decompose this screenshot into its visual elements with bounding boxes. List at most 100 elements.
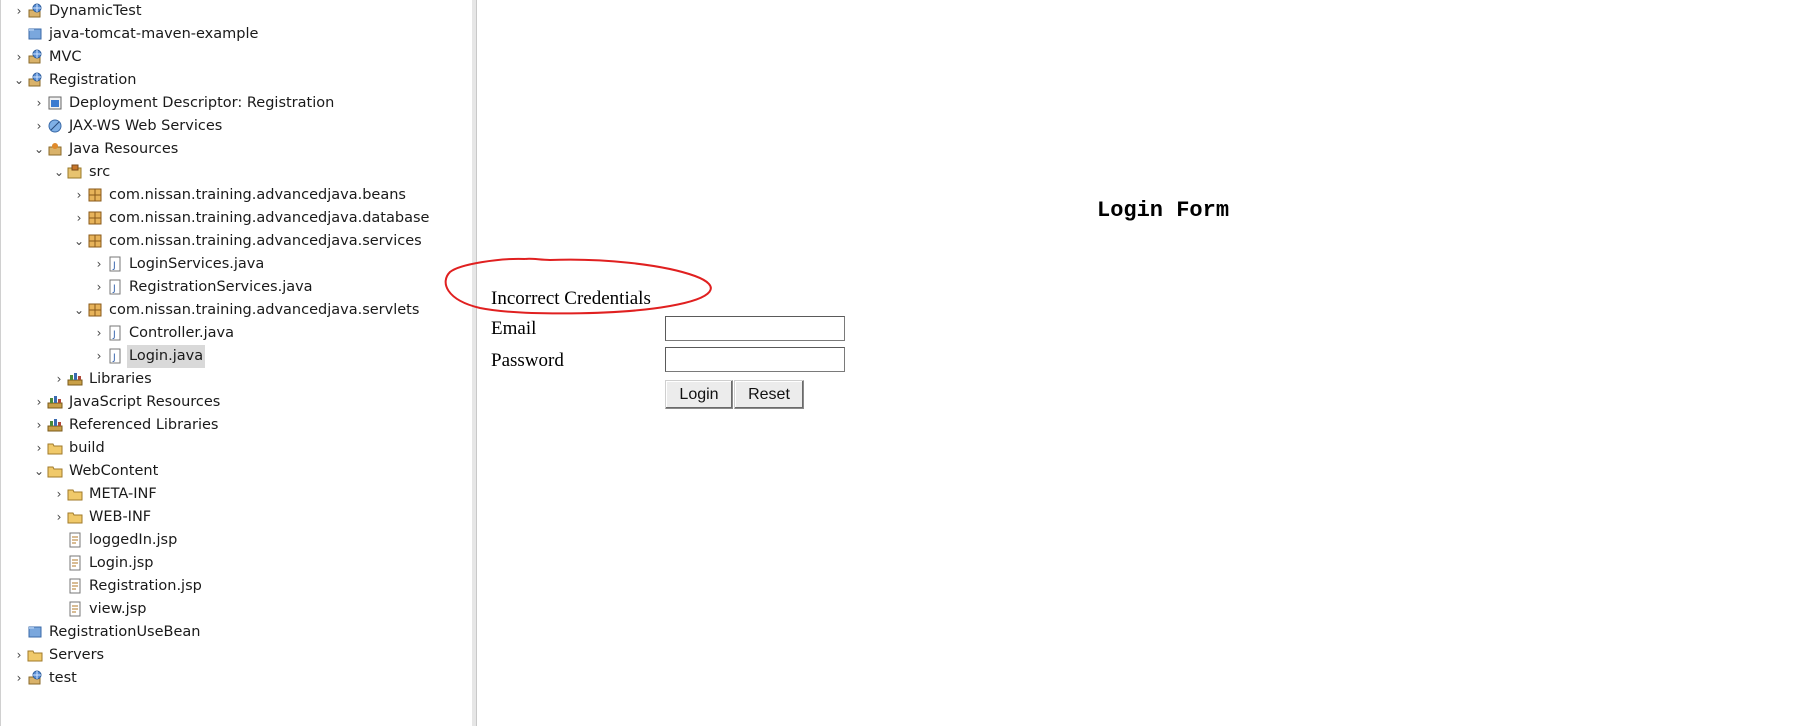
web-project-icon [27,72,43,88]
chevron-right-icon[interactable]: › [73,184,85,207]
chevron-right-icon[interactable]: › [33,391,45,414]
tree-item[interactable]: › Libraries [1,368,471,391]
tree-item[interactable]: › build [1,437,471,460]
chevron-right-icon[interactable]: › [13,46,25,69]
tree-item[interactable]: › Servers [1,644,471,667]
chevron-right-icon[interactable]: › [53,368,65,391]
tree-item[interactable]: ⌄ src [1,161,471,184]
chevron-down-icon[interactable]: ⌄ [33,138,45,161]
source-folder-icon [67,164,83,180]
tree-item-label: RegistrationServices.java [129,279,313,295]
page-title: Login Form [1097,198,1230,223]
reset-button[interactable]: Reset [734,380,804,409]
chevron-right-icon[interactable]: › [13,667,25,690]
chevron-right-icon[interactable]: › [93,253,105,276]
tree-item-label: WebContent [69,463,159,479]
tree-item[interactable]: › test [1,667,471,690]
package-icon [87,210,103,226]
tree-item[interactable]: › META-INF [1,483,471,506]
chevron-right-icon[interactable]: › [33,92,45,115]
chevron-right-icon[interactable]: › [33,115,45,138]
deployment-descriptor-icon [47,95,63,111]
tree-item[interactable]: › J LoginServices.java [1,253,471,276]
email-label: Email [491,318,537,339]
tree-item[interactable]: › JAX-WS Web Services [1,115,471,138]
library-icon [67,371,83,387]
chevron-right-icon[interactable]: › [33,414,45,437]
tree-item-label: DynamicTest [49,3,142,19]
svg-text:J: J [112,261,116,271]
chevron-right-icon[interactable]: › [53,506,65,529]
web-project-icon [27,3,43,19]
tree-item-label: RegistrationUseBean [49,624,201,640]
java-resources-icon [47,141,63,157]
tree-item[interactable]: › J RegistrationServices.java [1,276,471,299]
folder-icon [47,440,63,456]
tree-item[interactable]: loggedIn.jsp [1,529,471,552]
tree-item[interactable]: ⌄ Java Resources [1,138,471,161]
chevron-right-icon[interactable]: › [93,276,105,299]
java-file-icon: J [107,325,123,341]
tree-item-label: Referenced Libraries [69,417,219,433]
tree-item-label: Java Resources [69,141,179,157]
tree-item[interactable]: › com.nissan.training.advancedjava.beans [1,184,471,207]
java-file-icon: J [107,279,123,295]
password-label: Password [491,350,564,371]
chevron-right-icon[interactable]: › [33,437,45,460]
tree-item[interactable]: › J Login.java [1,345,471,368]
tree-item[interactable]: › com.nissan.training.advancedjava.databa… [1,207,471,230]
java-file-icon: J [107,348,123,364]
tree-item-label: test [49,670,77,686]
chevron-right-icon[interactable]: › [13,644,25,667]
tree-item-label: META-INF [89,486,157,502]
jsp-file-icon [67,532,83,548]
pane-splitter[interactable] [472,0,477,726]
tree-item[interactable]: Registration.jsp [1,575,471,598]
error-message: Incorrect Credentials [491,288,651,309]
chevron-right-icon[interactable]: › [93,345,105,368]
tree-item[interactable]: › MVC [1,46,471,69]
tree-item-label: build [69,440,105,456]
tree-item[interactable]: › Referenced Libraries [1,414,471,437]
library-icon [47,417,63,433]
chevron-right-icon[interactable]: › [73,207,85,230]
tree-item-label: MVC [49,49,82,65]
svg-text:J: J [112,284,116,294]
tree-item-label: view.jsp [89,601,147,617]
tree-item-label: loggedIn.jsp [89,532,178,548]
chevron-down-icon[interactable]: ⌄ [53,161,65,184]
tree-item[interactable]: Login.jsp [1,552,471,575]
tree-item[interactable]: view.jsp [1,598,471,621]
chevron-right-icon[interactable]: › [53,483,65,506]
tree-item[interactable]: ⌄ com.nissan.training.advancedjava.servle… [1,299,471,322]
chevron-down-icon[interactable]: ⌄ [13,69,25,92]
tree-item-label: LoginServices.java [129,256,265,272]
library-icon [47,394,63,410]
tree-item[interactable]: › Deployment Descriptor: Registration [1,92,471,115]
svg-text:J: J [112,330,116,340]
chevron-down-icon[interactable]: ⌄ [33,460,45,483]
password-field[interactable] [665,347,845,372]
login-button[interactable]: Login [665,380,733,409]
tree-item[interactable]: ⌄ WebContent [1,460,471,483]
chevron-right-icon[interactable]: › [93,322,105,345]
tree-item-label: java-tomcat-maven-example [49,26,259,42]
tree-item[interactable]: ⌄ Registration [1,69,471,92]
tree-item-label: JAX-WS Web Services [69,118,223,134]
tree-item[interactable]: › JavaScript Resources [1,391,471,414]
tree-item-label: Controller.java [129,325,234,341]
email-field[interactable] [665,316,845,341]
tree-item[interactable]: java-tomcat-maven-example [1,23,471,46]
tree-item[interactable]: RegistrationUseBean [1,621,471,644]
chevron-down-icon[interactable]: ⌄ [73,230,85,253]
tree-item[interactable]: › WEB-INF [1,506,471,529]
jsp-file-icon [67,578,83,594]
chevron-right-icon[interactable]: › [13,0,25,23]
tree-item-label: Servers [49,647,105,663]
chevron-down-icon[interactable]: ⌄ [73,299,85,322]
tree-item[interactable]: ⌄ com.nissan.training.advancedjava.servic… [1,230,471,253]
tree-item[interactable]: › DynamicTest [1,0,471,23]
tree-item[interactable]: › J Controller.java [1,322,471,345]
tree-item-label: Deployment Descriptor: Registration [69,95,335,111]
project-folder-icon [27,26,43,42]
